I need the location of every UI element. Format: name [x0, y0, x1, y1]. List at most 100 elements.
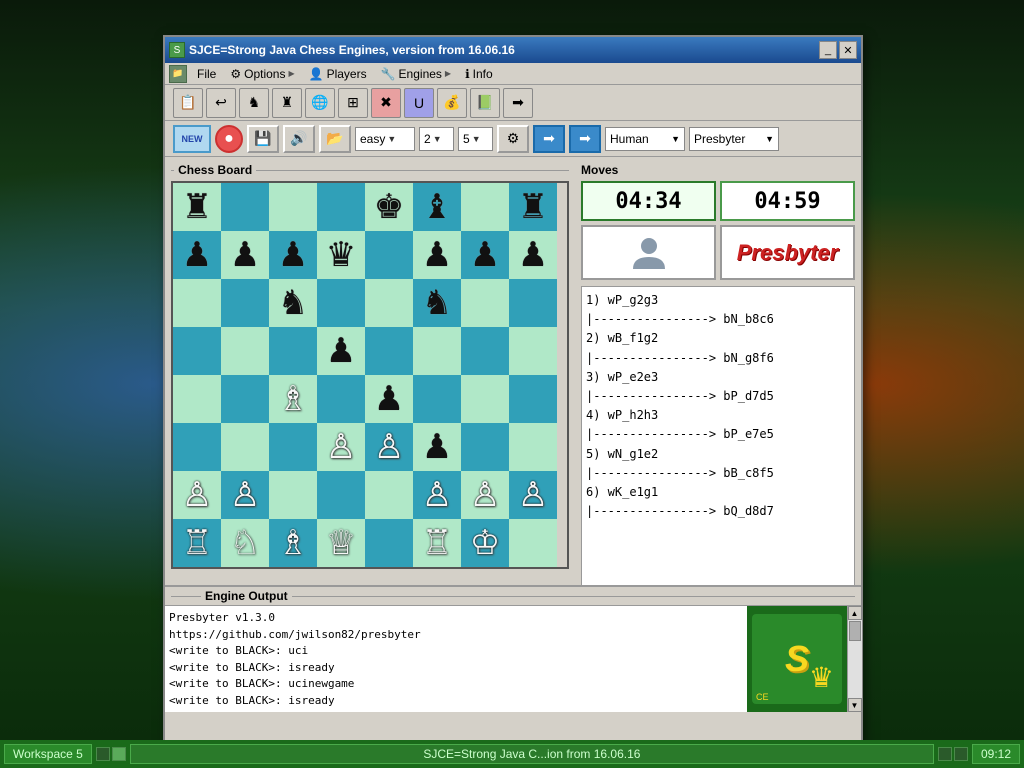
piece-6-1[interactable]: ♙	[230, 478, 260, 512]
scrollbar-down[interactable]: ▼	[848, 698, 862, 712]
piece-6-0[interactable]: ♙	[182, 478, 212, 512]
cell-1-7[interactable]: ♟	[509, 231, 557, 279]
cell-3-6[interactable]	[461, 327, 509, 375]
menu-file[interactable]: File	[191, 65, 222, 83]
cell-0-4[interactable]: ♚	[365, 183, 413, 231]
cell-0-0[interactable]: ♜	[173, 183, 221, 231]
close-button[interactable]: ✕	[839, 41, 857, 59]
cell-2-4[interactable]	[365, 279, 413, 327]
next-button[interactable]: ➡	[569, 125, 601, 153]
cell-1-4[interactable]	[365, 231, 413, 279]
piece-1-7[interactable]: ♟	[518, 238, 548, 272]
cell-0-2[interactable]	[269, 183, 317, 231]
scrollbar-thumb[interactable]	[849, 621, 861, 641]
piece-7-5[interactable]: ♖	[422, 526, 452, 560]
tb-web-button[interactable]: 🌐	[305, 88, 335, 118]
cell-2-7[interactable]	[509, 279, 557, 327]
cell-1-2[interactable]: ♟	[269, 231, 317, 279]
piece-6-5[interactable]: ♙	[422, 478, 452, 512]
cell-3-0[interactable]	[173, 327, 221, 375]
piece-4-2[interactable]: ♗	[278, 382, 308, 416]
cell-5-7[interactable]	[509, 423, 557, 471]
cell-7-6[interactable]: ♔	[461, 519, 509, 567]
piece-6-7[interactable]: ♙	[518, 478, 548, 512]
piece-1-5[interactable]: ♟	[422, 238, 452, 272]
piece-1-2[interactable]: ♟	[278, 238, 308, 272]
difficulty-dropdown[interactable]: easy ▼	[355, 127, 415, 151]
tb-book-button[interactable]: 📗	[470, 88, 500, 118]
piece-7-3[interactable]: ♕	[326, 526, 356, 560]
sound-button[interactable]: 🔊	[283, 125, 315, 153]
cell-2-2[interactable]: ♞	[269, 279, 317, 327]
cell-1-3[interactable]: ♛	[317, 231, 365, 279]
cell-5-4[interactable]: ♙	[365, 423, 413, 471]
piece-5-5[interactable]: ♟	[422, 430, 452, 464]
menu-options[interactable]: ⚙ Options ▶	[224, 65, 300, 83]
new-game-button[interactable]: NEW	[173, 125, 211, 153]
piece-0-4[interactable]: ♚	[374, 190, 404, 224]
cell-1-6[interactable]: ♟	[461, 231, 509, 279]
cell-4-7[interactable]	[509, 375, 557, 423]
cell-2-3[interactable]	[317, 279, 365, 327]
cell-0-5[interactable]: ♝	[413, 183, 461, 231]
cell-5-3[interactable]: ♙	[317, 423, 365, 471]
menu-info[interactable]: ℹ Info	[459, 65, 499, 83]
scrollbar-up[interactable]: ▲	[848, 606, 862, 620]
tb-go-button[interactable]: ➡	[503, 88, 533, 118]
piece-7-0[interactable]: ♖	[182, 526, 212, 560]
chess-board[interactable]: ♜♚♝♜♟♟♟♛♟♟♟♞♞♟♗♟♙♙♟♙♙♙♙♙♖♘♗♕♖♔	[171, 181, 569, 569]
piece-5-3[interactable]: ♙	[326, 430, 356, 464]
piece-7-6[interactable]: ♔	[470, 526, 500, 560]
menu-engines[interactable]: 🔧 Engines ▶	[375, 65, 457, 83]
cell-7-2[interactable]: ♗	[269, 519, 317, 567]
cell-5-0[interactable]	[173, 423, 221, 471]
cell-3-4[interactable]	[365, 327, 413, 375]
tb-knight-button[interactable]: ♞	[239, 88, 269, 118]
piece-7-1[interactable]: ♘	[230, 526, 260, 560]
cell-0-3[interactable]	[317, 183, 365, 231]
tb-rook-button[interactable]: ♜	[272, 88, 302, 118]
save-button[interactable]: 💾	[247, 125, 279, 153]
cell-5-5[interactable]: ♟	[413, 423, 461, 471]
cell-4-1[interactable]	[221, 375, 269, 423]
cell-2-1[interactable]	[221, 279, 269, 327]
cell-7-4[interactable]	[365, 519, 413, 567]
tb-undo-button[interactable]: ↩	[206, 88, 236, 118]
tb-log-button[interactable]: 📋	[173, 88, 203, 118]
moves-list[interactable]: 1) wP_g2g3 |----------------> bN_b8c62) …	[581, 286, 855, 607]
cell-4-5[interactable]	[413, 375, 461, 423]
piece-7-2[interactable]: ♗	[278, 526, 308, 560]
cell-0-7[interactable]: ♜	[509, 183, 557, 231]
cell-3-7[interactable]	[509, 327, 557, 375]
setup-board-button[interactable]: ⚙	[497, 125, 529, 153]
cell-6-6[interactable]: ♙	[461, 471, 509, 519]
tb-grid-button[interactable]: ⊞	[338, 88, 368, 118]
cell-3-5[interactable]	[413, 327, 461, 375]
cell-2-6[interactable]	[461, 279, 509, 327]
tb-x-button[interactable]: ✖	[371, 88, 401, 118]
load-button[interactable]: 📂	[319, 125, 351, 153]
cell-7-1[interactable]: ♘	[221, 519, 269, 567]
cell-4-0[interactable]	[173, 375, 221, 423]
cell-2-5[interactable]: ♞	[413, 279, 461, 327]
cell-7-0[interactable]: ♖	[173, 519, 221, 567]
tb-coin-button[interactable]: 💰	[437, 88, 467, 118]
minimize-button[interactable]: _	[819, 41, 837, 59]
taskbar-dot-1[interactable]	[96, 747, 110, 761]
cell-1-0[interactable]: ♟	[173, 231, 221, 279]
piece-0-5[interactable]: ♝	[422, 190, 452, 224]
cell-6-2[interactable]	[269, 471, 317, 519]
cell-5-1[interactable]	[221, 423, 269, 471]
cell-4-3[interactable]	[317, 375, 365, 423]
cell-3-1[interactable]	[221, 327, 269, 375]
cell-3-2[interactable]	[269, 327, 317, 375]
cell-0-1[interactable]	[221, 183, 269, 231]
cell-6-4[interactable]	[365, 471, 413, 519]
piece-1-1[interactable]: ♟	[230, 238, 260, 272]
taskbar-dot-2[interactable]	[112, 747, 126, 761]
tb-u-button[interactable]: U	[404, 88, 434, 118]
cell-6-5[interactable]: ♙	[413, 471, 461, 519]
piece-3-3[interactable]: ♟	[326, 334, 356, 368]
taskbar-dot-3[interactable]	[938, 747, 952, 761]
piece-4-4[interactable]: ♟	[374, 382, 404, 416]
